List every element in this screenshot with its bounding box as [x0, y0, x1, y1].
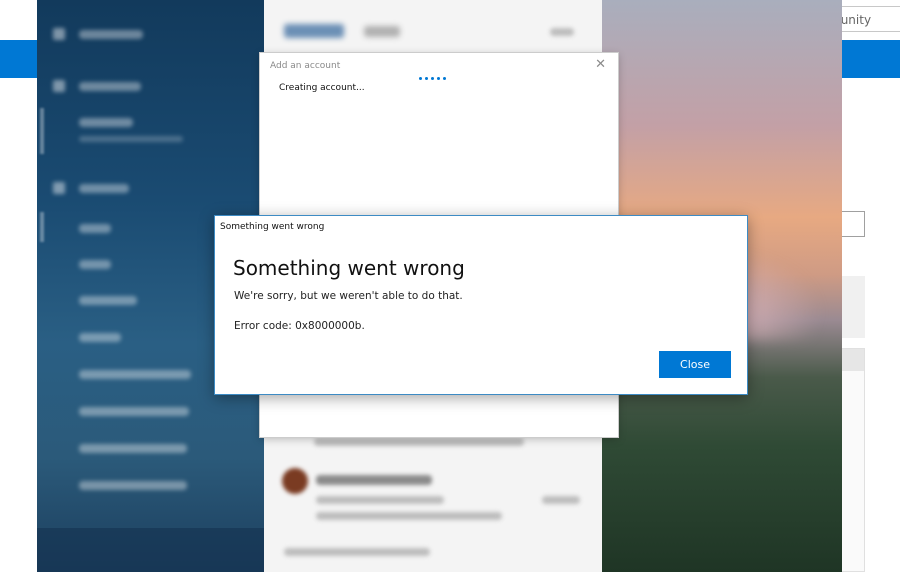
folder-project-2[interactable] — [79, 407, 189, 416]
folder-drafts[interactable] — [79, 260, 111, 269]
date-group-header — [284, 548, 430, 556]
folders-item[interactable] — [79, 184, 129, 193]
new-mail-item[interactable] — [79, 30, 143, 39]
tab-focused[interactable] — [284, 24, 344, 38]
error-dialog: Something went wrong Something went wron… — [214, 215, 748, 395]
folder-project-4[interactable] — [79, 481, 187, 490]
error-dialog-titlebar: Something went wrong — [220, 222, 325, 232]
folder-project-1[interactable] — [79, 370, 191, 379]
selected-account-indicator — [40, 108, 44, 154]
folder-sent[interactable] — [79, 296, 137, 305]
folder-icon — [53, 182, 65, 194]
background-grey-block — [838, 276, 865, 338]
background-input-field[interactable] — [838, 211, 865, 237]
error-message: We're sorry, but we weren't able to do t… — [234, 290, 463, 302]
person-icon — [53, 80, 65, 92]
account-email-item — [79, 136, 183, 142]
close-button[interactable]: Close — [659, 351, 731, 378]
selected-folder-indicator — [40, 212, 44, 242]
hamburger-icon — [53, 28, 65, 40]
message-sender[interactable] — [316, 475, 432, 485]
avatar — [282, 468, 308, 494]
error-code: Error code: 0x8000000b. — [234, 320, 365, 332]
mail-nav-toolbar — [37, 528, 264, 572]
tab-other[interactable] — [364, 26, 400, 37]
filter-icon[interactable] — [550, 28, 574, 36]
add-account-title: Add an account — [270, 61, 341, 71]
message-date — [542, 496, 580, 504]
error-heading: Something went wrong — [233, 256, 465, 280]
message-subject — [316, 496, 444, 504]
folder-project-3[interactable] — [79, 444, 187, 453]
folder-archive[interactable] — [79, 333, 121, 342]
creating-account-status: Creating account... — [279, 83, 365, 93]
message-snippet — [316, 512, 502, 520]
accounts-item[interactable] — [79, 82, 141, 91]
account-name-item[interactable] — [79, 118, 133, 127]
close-icon[interactable]: ✕ — [595, 58, 606, 72]
folder-inbox[interactable] — [79, 224, 111, 233]
message-preview-line — [314, 438, 524, 446]
progress-dots-icon — [419, 77, 446, 80]
background-panel — [838, 348, 865, 572]
